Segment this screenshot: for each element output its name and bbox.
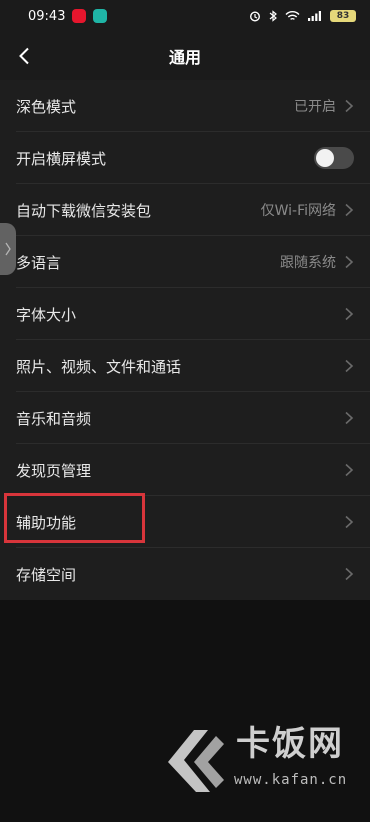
back-button[interactable] [10,42,38,70]
chevron-right-icon [345,567,354,581]
setting-label: 发现页管理 [16,461,92,480]
setting-media[interactable]: 照片、视频、文件和通话 [0,340,370,392]
status-time: 09:43 [28,8,66,24]
status-left: 09:43 [28,8,108,24]
wifi-icon [285,11,300,20]
setting-music-audio[interactable]: 音乐和音频 [0,392,370,444]
chevron-right-icon [345,255,354,269]
setting-label: 存储空间 [16,565,77,584]
setting-value: 已开启 [294,99,336,115]
setting-accessibility[interactable]: 辅助功能 [0,496,370,548]
page-title: 通用 [168,48,201,67]
setting-storage[interactable]: 存储空间 [0,548,370,600]
side-drawer-handle[interactable] [0,223,16,275]
battery-indicator: 83 [330,10,356,22]
setting-label: 字体大小 [16,305,77,324]
watermark: 卡饭网 www.kafan.cn [164,722,354,802]
setting-landscape-mode[interactable]: 开启横屏模式 [0,132,370,184]
kafan-logo-icon [168,730,224,792]
setting-label: 自动下载微信安装包 [16,201,152,220]
chevron-right-icon [5,242,11,256]
chevron-right-icon [345,463,354,477]
chevron-right-icon [345,307,354,321]
landscape-toggle[interactable] [314,147,354,169]
setting-language[interactable]: 多语言 跟随系统 [0,236,370,288]
app-notification-icon [93,9,108,23]
bluetooth-icon [269,10,277,22]
chevron-right-icon [345,515,354,529]
setting-label: 照片、视频、文件和通话 [16,357,182,376]
setting-font-size[interactable]: 字体大小 [0,288,370,340]
watermark-brand: 卡饭网 [236,724,344,764]
setting-value: 仅Wi-Fi网络 [260,203,336,219]
setting-auto-download[interactable]: 自动下载微信安装包 仅Wi-Fi网络 [0,184,370,236]
setting-label: 多语言 [16,253,62,272]
settings-list: 深色模式 已开启 开启横屏模式 自动下载微信安装包 仅Wi-Fi网络 多语言 跟… [0,80,370,600]
alarm-icon [249,11,261,22]
chevron-right-icon [345,359,354,373]
weibo-notification-icon [72,9,87,23]
setting-label: 深色模式 [16,97,77,116]
setting-value: 跟随系统 [280,255,336,271]
toggle-knob [316,149,334,167]
setting-label: 辅助功能 [16,513,77,532]
setting-discover-management[interactable]: 发现页管理 [0,444,370,496]
chevron-right-icon [345,411,354,425]
nav-bar: 通用 [0,32,370,80]
signal-icon [308,11,321,21]
setting-label: 音乐和音频 [16,409,92,428]
status-bar: 09:43 83 [0,0,370,32]
watermark-url: www.kafan.cn [234,772,348,788]
setting-label: 开启横屏模式 [16,149,107,168]
chevron-right-icon [345,203,354,217]
status-right: 83 [249,10,356,22]
setting-dark-mode[interactable]: 深色模式 已开启 [0,80,370,132]
chevron-left-icon [19,47,29,65]
chevron-right-icon [345,99,354,113]
